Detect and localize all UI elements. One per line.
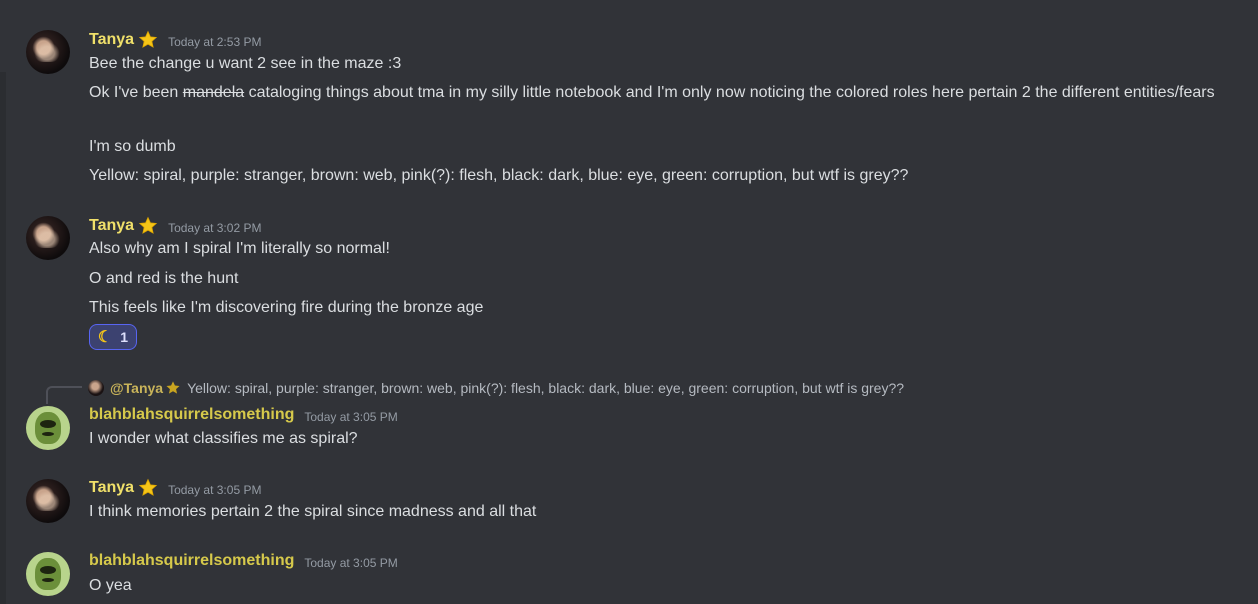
message-header: Tanya Today at 2:53 PM [89, 29, 261, 51]
message-text: Also why am I spiral I'm literally so no… [89, 240, 390, 257]
username[interactable]: Tanya [89, 479, 134, 497]
avatar[interactable] [26, 552, 70, 596]
strikethrough-text: mandela [182, 84, 245, 101]
avatar[interactable] [26, 216, 70, 260]
message-text: This feels like I'm discovering fire dur… [89, 299, 484, 316]
avatar[interactable] [26, 406, 70, 450]
username[interactable]: blahblahsquirrelsomething [89, 406, 294, 424]
message-text-prefix: Ok I've been [89, 84, 179, 101]
username[interactable]: Tanya [89, 217, 134, 235]
message-header: Tanya Today at 3:05 PM [89, 477, 261, 499]
timestamp[interactable]: Today at 3:05 PM [304, 410, 397, 424]
sidebar-edge [0, 72, 6, 604]
star-icon [138, 216, 158, 234]
reaction-count: 1 [120, 329, 129, 345]
message-header: blahblahsquirrelsomething Today at 3:05 … [89, 404, 398, 426]
timestamp[interactable]: Today at 3:05 PM [304, 556, 397, 570]
message-text-rest: cataloging things about tma in my silly … [248, 84, 1215, 101]
message-text: I wonder what classifies me as spiral? [89, 430, 358, 447]
avatar[interactable] [26, 30, 70, 74]
reaction-button[interactable]: ☾ 1 [89, 324, 137, 350]
timestamp[interactable]: Today at 3:02 PM [168, 221, 261, 235]
message-text: Ok I've been mandela cataloging things a… [89, 82, 1229, 104]
star-icon [138, 30, 158, 48]
message-text: Yellow: spiral, purple: stranger, brown:… [89, 167, 909, 184]
message-text: O yea [89, 577, 132, 594]
star-icon [138, 478, 158, 496]
avatar[interactable] [26, 479, 70, 523]
reply-connector [46, 386, 82, 404]
reply-mention[interactable]: @Tanya [110, 380, 163, 396]
username[interactable]: Tanya [89, 31, 134, 49]
reply-avatar [88, 380, 104, 396]
star-icon [166, 381, 180, 394]
message-text: Bee the change u want 2 see in the maze … [89, 55, 402, 72]
message-text: I'm so dumb [89, 138, 176, 155]
crescent-moon-icon: ☾ [97, 329, 113, 346]
message-text: I think memories pertain 2 the spiral si… [89, 503, 537, 520]
username[interactable]: blahblahsquirrelsomething [89, 552, 294, 570]
message-header: Tanya Today at 3:02 PM [89, 215, 261, 237]
timestamp[interactable]: Today at 2:53 PM [168, 35, 261, 49]
reply-preview[interactable]: @Tanya Yellow: spiral, purple: stranger,… [88, 378, 904, 398]
timestamp[interactable]: Today at 3:05 PM [168, 483, 261, 497]
message-header: blahblahsquirrelsomething Today at 3:05 … [89, 550, 398, 572]
message-text: O and red is the hunt [89, 270, 239, 287]
reply-text: Yellow: spiral, purple: stranger, brown:… [187, 380, 905, 396]
